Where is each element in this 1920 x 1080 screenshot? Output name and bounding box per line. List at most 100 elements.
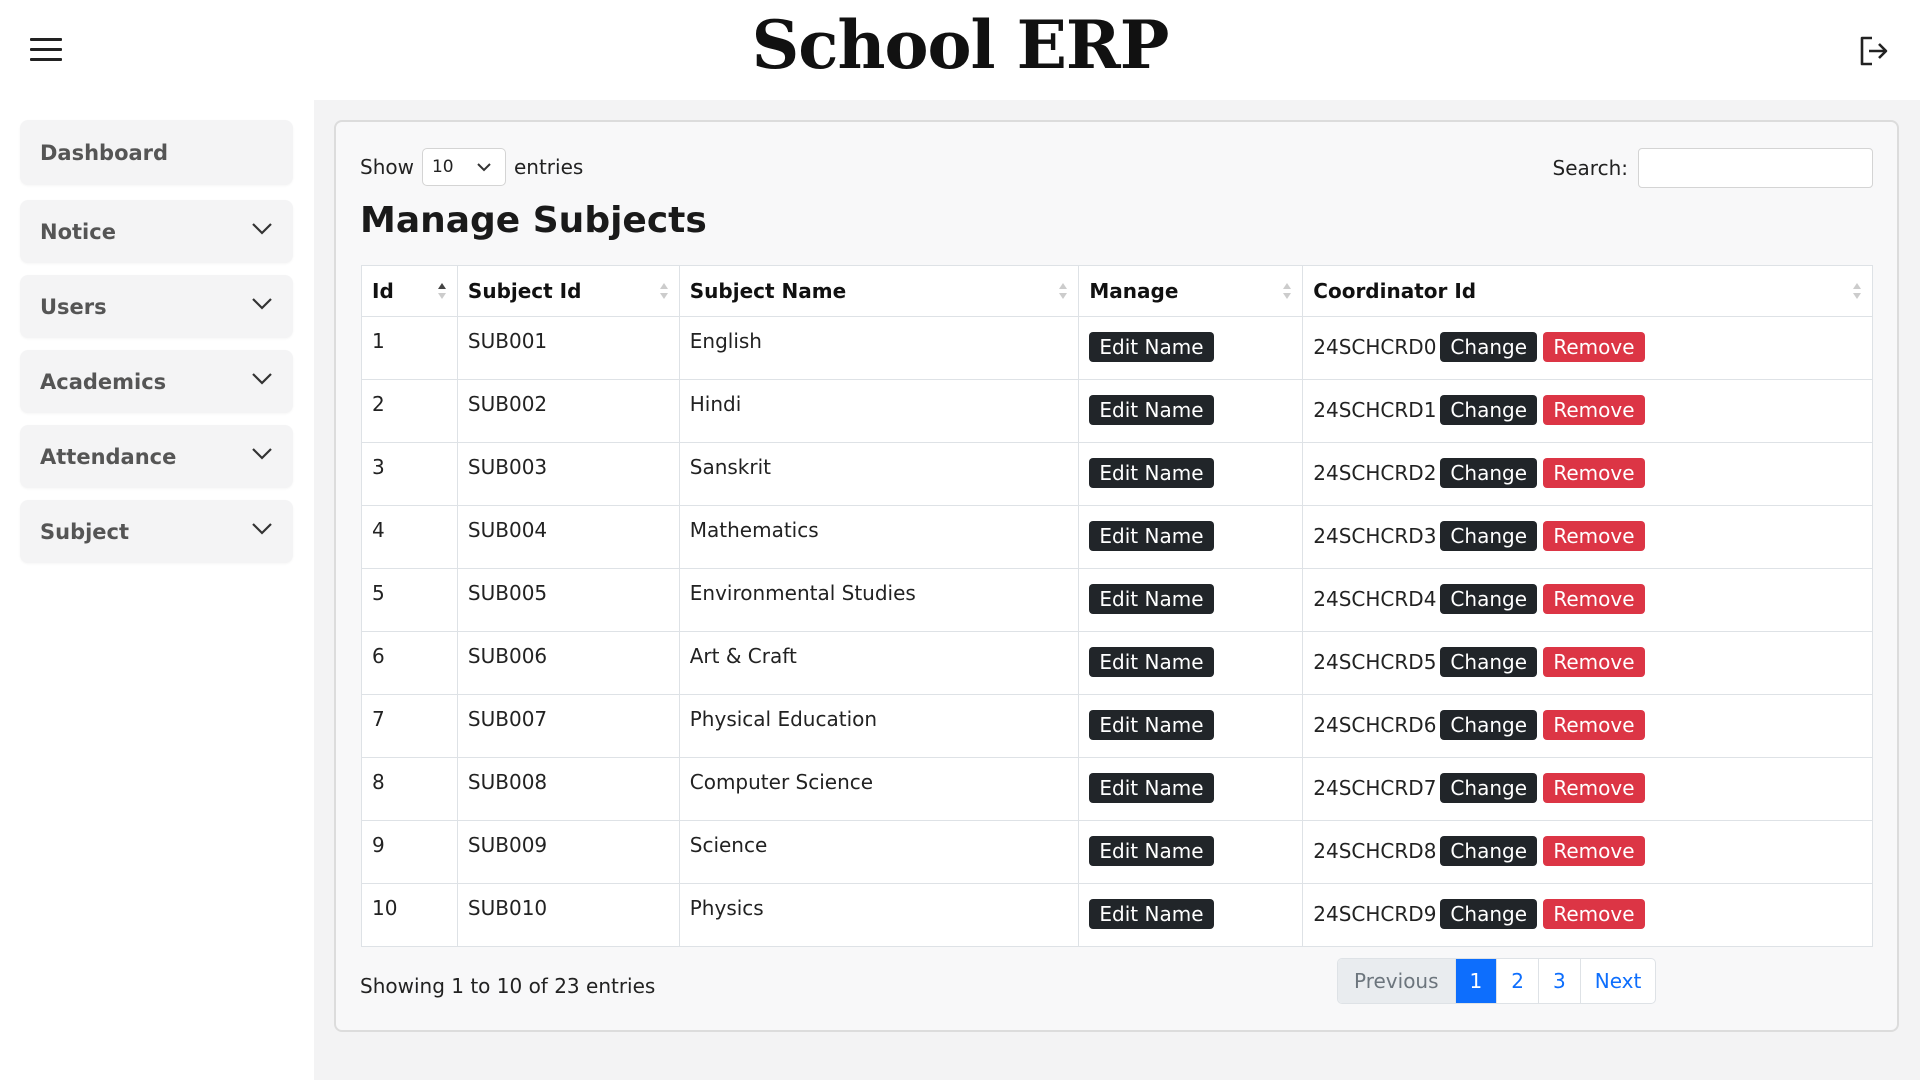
pagination-page-2[interactable]: 2 (1496, 959, 1538, 1003)
coordinator-id: 24SCHCRD1 (1313, 398, 1437, 422)
remove-coordinator-button[interactable]: Remove (1543, 773, 1645, 803)
table-row: 8 SUB008 Computer Science Edit Name 24SCHCRD… (361, 757, 1873, 821)
remove-coordinator-button[interactable]: Remove (1543, 710, 1645, 740)
pagination-previous[interactable]: Previous (1338, 959, 1455, 1003)
edit-name-button[interactable]: Edit Name (1089, 647, 1214, 677)
cell-coordinator: 24SCHCRD0 Change Remove (1302, 316, 1873, 380)
remove-coordinator-button[interactable]: Remove (1543, 332, 1645, 362)
page-title: Manage Subjects (360, 200, 707, 241)
search-label: Search: (1552, 156, 1628, 180)
change-coordinator-button[interactable]: Change (1440, 710, 1537, 740)
sort-asc-icon (437, 283, 446, 299)
sidebar-item-label: Notice (40, 219, 116, 244)
table-row: 3 SUB003 Sanskrit Edit Name 24SCHCRD2 Change … (361, 442, 1873, 506)
sidebar-item-attendance[interactable]: Attendance (20, 425, 293, 488)
chevron-down-icon (252, 298, 272, 310)
cell-id: 5 (361, 568, 458, 632)
page-length-select[interactable]: 10 (421, 148, 506, 186)
cell-subject-id: SUB002 (456, 379, 680, 443)
change-coordinator-button[interactable]: Change (1440, 899, 1537, 929)
remove-coordinator-button[interactable]: Remove (1543, 899, 1645, 929)
cell-manage: Edit Name (1078, 631, 1304, 695)
sidebar-item-notice[interactable]: Notice (20, 200, 293, 263)
cell-coordinator: 24SCHCRD2 Change Remove (1302, 442, 1873, 506)
column-header-subject-name[interactable]: Subject Name (678, 265, 1080, 317)
cell-coordinator: 24SCHCRD1 Change Remove (1302, 379, 1873, 443)
sidebar-item-users[interactable]: Users (20, 275, 293, 338)
entries-label: entries (513, 155, 584, 179)
coordinator-id: 24SCHCRD9 (1313, 902, 1437, 926)
search-input[interactable] (1638, 148, 1873, 188)
cell-id: 9 (361, 820, 458, 884)
edit-name-button[interactable]: Edit Name (1089, 458, 1214, 488)
cell-manage: Edit Name (1078, 568, 1304, 632)
pagination-page-3[interactable]: 3 (1538, 959, 1580, 1003)
cell-coordinator: 24SCHCRD9 Change Remove (1302, 883, 1873, 947)
pagination-page-1[interactable]: 1 (1454, 959, 1497, 1003)
sort-icon (1283, 283, 1292, 299)
table-row: 10 SUB010 Physics Edit Name 24SCHCRD9 Change … (361, 883, 1873, 947)
table-info: Showing 1 to 10 of 23 entries (360, 974, 656, 998)
sidebar-item-dashboard[interactable]: Dashboard (20, 120, 293, 185)
change-coordinator-button[interactable]: Change (1440, 836, 1537, 866)
sort-icon (1853, 283, 1861, 299)
cell-coordinator: 24SCHCRD6 Change Remove (1302, 694, 1873, 758)
main-content: Show 10 entries Search: Manage Subjects … (314, 100, 1920, 1080)
cell-coordinator: 24SCHCRD4 Change Remove (1302, 568, 1873, 632)
show-label: Show (360, 155, 414, 179)
sidebar-item-label: Dashboard (40, 140, 169, 165)
chevron-down-icon (252, 523, 272, 535)
table-row: 6 SUB006 Art & Craft Edit Name 24SCHCRD5 Chan… (361, 631, 1873, 695)
change-coordinator-button[interactable]: Change (1440, 773, 1537, 803)
edit-name-button[interactable]: Edit Name (1089, 332, 1214, 362)
cell-subject-name: Computer Science (678, 757, 1080, 821)
change-coordinator-button[interactable]: Change (1440, 332, 1537, 362)
table-row: 9 SUB009 Science Edit Name 24SCHCRD8 Change R… (361, 820, 1873, 884)
remove-coordinator-button[interactable]: Remove (1543, 395, 1645, 425)
change-coordinator-button[interactable]: Change (1440, 584, 1537, 614)
cell-id: 2 (361, 379, 458, 443)
cell-id: 10 (361, 883, 458, 947)
search-control: Search: (1553, 148, 1873, 188)
cell-id: 8 (361, 757, 458, 821)
cell-id: 6 (361, 631, 458, 695)
top-bar: School ERP (0, 0, 1920, 100)
edit-name-button[interactable]: Edit Name (1089, 773, 1214, 803)
remove-coordinator-button[interactable]: Remove (1543, 458, 1645, 488)
edit-name-button[interactable]: Edit Name (1089, 395, 1214, 425)
edit-name-button[interactable]: Edit Name (1089, 836, 1214, 866)
coordinator-id: 24SCHCRD0 (1313, 335, 1437, 359)
edit-name-button[interactable]: Edit Name (1089, 899, 1214, 929)
edit-name-button[interactable]: Edit Name (1089, 710, 1214, 740)
sort-icon (1059, 283, 1068, 299)
cell-subject-id: SUB010 (456, 883, 680, 947)
change-coordinator-button[interactable]: Change (1440, 647, 1537, 677)
column-header-coordinator-id[interactable]: Coordinator Id (1302, 265, 1873, 317)
sidebar-item-subject[interactable]: Subject (20, 500, 293, 563)
logout-icon[interactable] (1858, 34, 1890, 68)
edit-name-button[interactable]: Edit Name (1089, 584, 1214, 614)
change-coordinator-button[interactable]: Change (1440, 521, 1537, 551)
remove-coordinator-button[interactable]: Remove (1543, 647, 1645, 677)
change-coordinator-button[interactable]: Change (1440, 395, 1537, 425)
column-header-subject-id[interactable]: Subject Id (456, 265, 680, 317)
column-header-id[interactable]: Id (361, 265, 458, 317)
coordinator-id: 24SCHCRD3 (1313, 524, 1437, 548)
remove-coordinator-button[interactable]: Remove (1543, 584, 1645, 614)
cell-id: 3 (361, 442, 458, 506)
sidebar-item-academics[interactable]: Academics (20, 350, 293, 413)
column-header-manage[interactable]: Manage (1078, 265, 1304, 317)
cell-manage: Edit Name (1078, 883, 1304, 947)
cell-id: 7 (361, 694, 458, 758)
cell-id: 4 (361, 505, 458, 569)
page-length-control: Show 10 entries (360, 148, 583, 186)
cell-coordinator: 24SCHCRD8 Change Remove (1302, 820, 1873, 884)
subjects-card: Show 10 entries Search: Manage Subjects … (334, 120, 1899, 1032)
edit-name-button[interactable]: Edit Name (1089, 521, 1214, 551)
remove-coordinator-button[interactable]: Remove (1543, 521, 1645, 551)
coordinator-id: 24SCHCRD7 (1313, 776, 1437, 800)
app-title: School ERP (751, 6, 1170, 84)
change-coordinator-button[interactable]: Change (1440, 458, 1537, 488)
pagination-next[interactable]: Next (1579, 959, 1656, 1003)
remove-coordinator-button[interactable]: Remove (1543, 836, 1645, 866)
